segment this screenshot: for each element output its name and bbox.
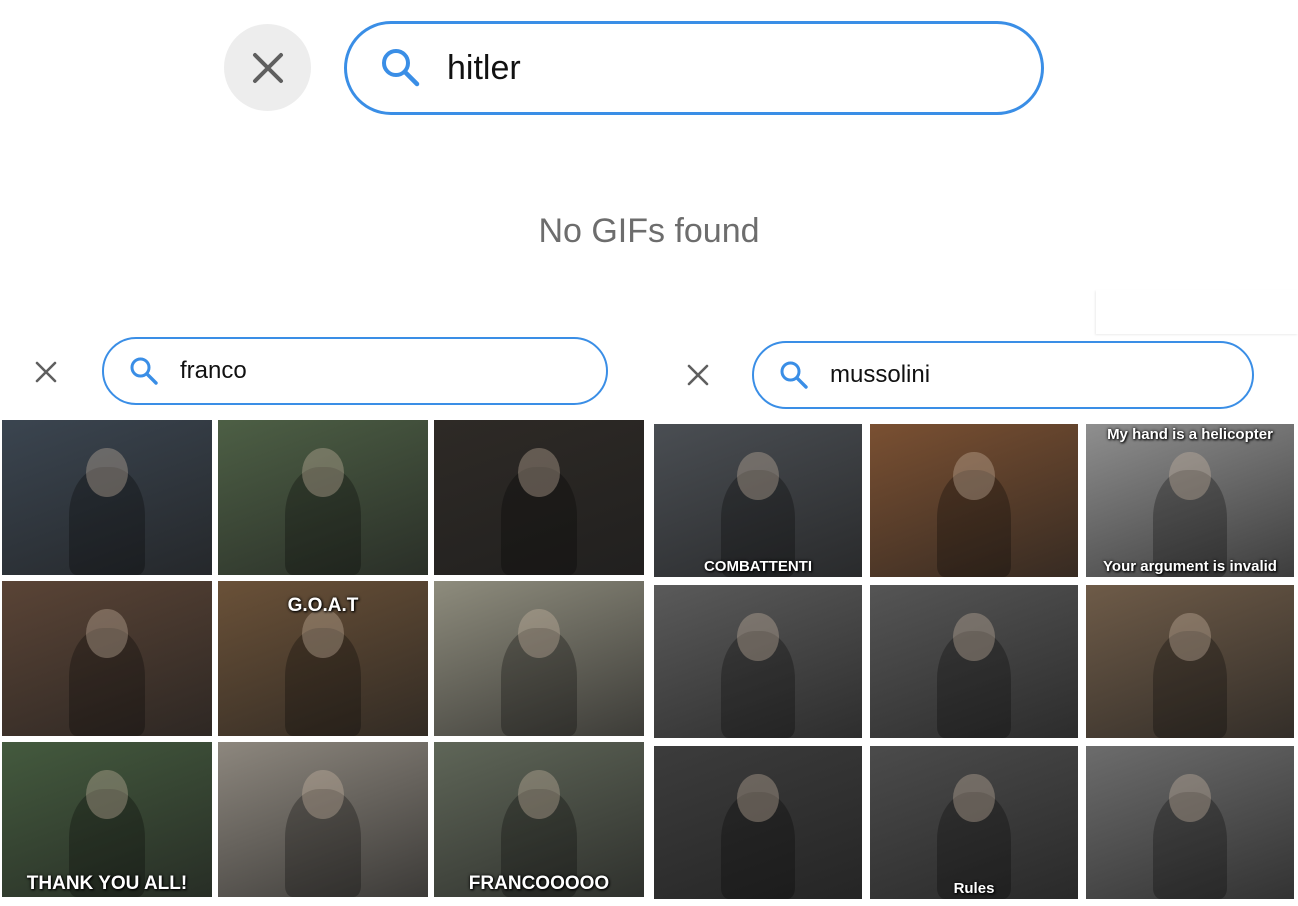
gif-head-shape: [953, 773, 995, 823]
gif-head-shape: [518, 608, 560, 659]
gif-caption: My hand is a helicopter: [1107, 426, 1273, 443]
mussolini-gif-grid: COMBATTENTI My hand is a helicopter Your a…: [654, 424, 1294, 899]
gif-caption: FRANCOOOOO: [468, 873, 610, 894]
gif-thumbnail[interactable]: [218, 742, 428, 897]
gif-thumbnail[interactable]: My hand is a helicopter Your argument is …: [1086, 424, 1294, 577]
gif-thumbnail[interactable]: [654, 585, 862, 738]
gif-head-shape: [86, 608, 128, 659]
search-icon: [130, 357, 158, 385]
search-query-text: mussolini: [830, 361, 931, 388]
search-query-text: franco: [180, 357, 247, 384]
gif-thumbnail[interactable]: [870, 424, 1078, 577]
gif-thumbnail[interactable]: [2, 420, 212, 575]
search-icon: [382, 49, 420, 87]
gif-thumbnail[interactable]: [1086, 746, 1294, 899]
gif-head-shape: [1169, 451, 1211, 501]
gif-head-shape: [86, 447, 128, 498]
gif-thumbnail[interactable]: G.O.A.T: [218, 581, 428, 736]
gif-caption: Your argument is invalid: [1103, 558, 1277, 575]
gif-thumbnail[interactable]: [2, 581, 212, 736]
gif-head-shape: [737, 612, 779, 662]
franco-gif-grid: G.O.A.T THANK YOU ALL! FRANCOOOOO: [2, 420, 644, 897]
gif-head-shape: [953, 451, 995, 501]
no-results-message: No GIFs found: [538, 212, 760, 250]
close-icon: [252, 52, 283, 83]
close-icon: [687, 364, 709, 386]
gif-head-shape: [1169, 612, 1211, 662]
gif-thumbnail[interactable]: COMBATTENTI: [654, 424, 862, 577]
franco-search-field[interactable]: franco: [102, 337, 608, 405]
gif-thumbnail[interactable]: [218, 420, 428, 575]
close-mussolini-search-button[interactable]: [676, 353, 720, 397]
gif-thumbnail[interactable]: [434, 420, 644, 575]
search-icon: [780, 361, 808, 389]
gif-caption: THANK YOU ALL!: [26, 873, 188, 894]
gif-head-shape: [86, 769, 128, 820]
gif-thumbnail[interactable]: [870, 585, 1078, 738]
gif-thumbnail[interactable]: [654, 746, 862, 899]
gif-head-shape: [737, 773, 779, 823]
gif-head-shape: [302, 447, 344, 498]
gif-head-shape: [1169, 773, 1211, 823]
gif-head-shape: [518, 447, 560, 498]
gif-caption: Rules: [953, 880, 995, 897]
gif-caption: COMBATTENTI: [703, 558, 813, 575]
overlay-patch: [1096, 290, 1298, 334]
gif-head-shape: [302, 769, 344, 820]
gif-thumbnail[interactable]: [434, 581, 644, 736]
gif-caption: G.O.A.T: [287, 595, 359, 616]
search-query-text: hitler: [447, 48, 521, 87]
gif-thumbnail[interactable]: [1086, 585, 1294, 738]
gif-head-shape: [518, 769, 560, 820]
gif-thumbnail[interactable]: FRANCOOOOO: [434, 742, 644, 897]
close-search-button[interactable]: [224, 24, 311, 111]
gif-thumbnail[interactable]: THANK YOU ALL!: [2, 742, 212, 897]
mussolini-search-field[interactable]: mussolini: [752, 341, 1254, 409]
gif-thumbnail[interactable]: Rules: [870, 746, 1078, 899]
gif-head-shape: [737, 451, 779, 501]
close-icon: [35, 361, 57, 383]
main-search-field[interactable]: hitler: [344, 21, 1044, 115]
gif-head-shape: [953, 612, 995, 662]
close-franco-search-button[interactable]: [24, 350, 68, 394]
